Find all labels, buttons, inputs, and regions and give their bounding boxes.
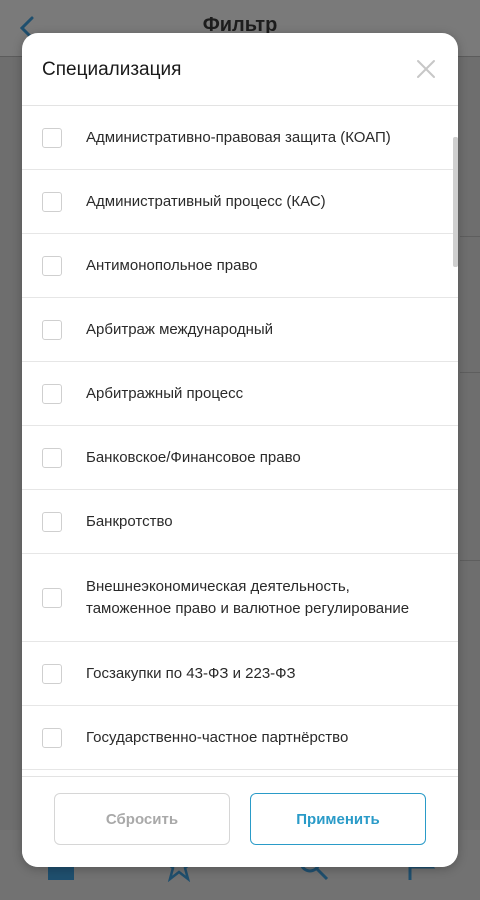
list-item[interactable]: Административно-правовая защита (КОАП): [22, 106, 458, 170]
list-item-label: Арбитражный процесс: [86, 384, 244, 402]
modal-header: Специализация: [22, 33, 458, 106]
list-item-label: Антимонопольное право: [86, 256, 258, 274]
list-item[interactable]: Банкротство: [22, 490, 458, 554]
modal-title: Специализация: [42, 59, 182, 80]
list-item-label: Арбитраж международный: [86, 320, 274, 338]
apply-button[interactable]: Применить: [250, 793, 426, 845]
checkbox[interactable]: [42, 663, 62, 684]
checkbox[interactable]: [42, 127, 62, 148]
list-item[interactable]: Госзакупки по 43-ФЗ и 223-ФЗ: [22, 642, 458, 706]
scrollbar[interactable]: [453, 137, 458, 267]
checkbox[interactable]: [42, 727, 62, 748]
list-item[interactable]: Административный процесс (КАС): [22, 170, 458, 234]
close-icon[interactable]: [414, 57, 438, 81]
list-item-label: Банкротство: [86, 512, 173, 530]
list-item-label: Административный процесс (КАС): [86, 192, 326, 210]
list-item-label: Банковское/Финансовое право: [86, 448, 301, 466]
list-item-label: Госзакупки по 43-ФЗ и 223-ФЗ: [86, 664, 296, 682]
checkbox[interactable]: [42, 587, 62, 608]
list-item[interactable]: Банковское/Финансовое право: [22, 426, 458, 490]
list-item-label: Внешнеэкономическая деятельность, таможе…: [86, 577, 410, 617]
list-item[interactable]: Арбитражный процесс: [22, 362, 458, 426]
checkbox[interactable]: [42, 447, 62, 468]
checkbox[interactable]: [42, 255, 62, 276]
list-item[interactable]: Антимонопольное право: [22, 234, 458, 298]
specialization-modal: Специализация Административно-правовая з…: [22, 33, 458, 867]
list-item[interactable]: Внешнеэкономическая деятельность, таможе…: [22, 554, 458, 642]
reset-button[interactable]: Сбросить: [54, 793, 230, 845]
checkbox[interactable]: [42, 511, 62, 532]
list-item[interactable]: Арбитраж международный: [22, 298, 458, 362]
background-divider: [460, 560, 480, 561]
checkbox[interactable]: [42, 191, 62, 212]
background-divider: [460, 372, 480, 373]
background-divider: [460, 236, 480, 237]
modal-footer: Сбросить Применить: [22, 776, 458, 867]
list-item-label: Государственно-частное партнёрство: [86, 728, 349, 746]
list-item-label: Административно-правовая защита (КОАП): [86, 128, 391, 146]
checkbox[interactable]: [42, 319, 62, 340]
specialization-list[interactable]: Административно-правовая защита (КОАП) А…: [22, 106, 458, 783]
list-item[interactable]: Государственно-частное партнёрство: [22, 706, 458, 770]
checkbox[interactable]: [42, 383, 62, 404]
